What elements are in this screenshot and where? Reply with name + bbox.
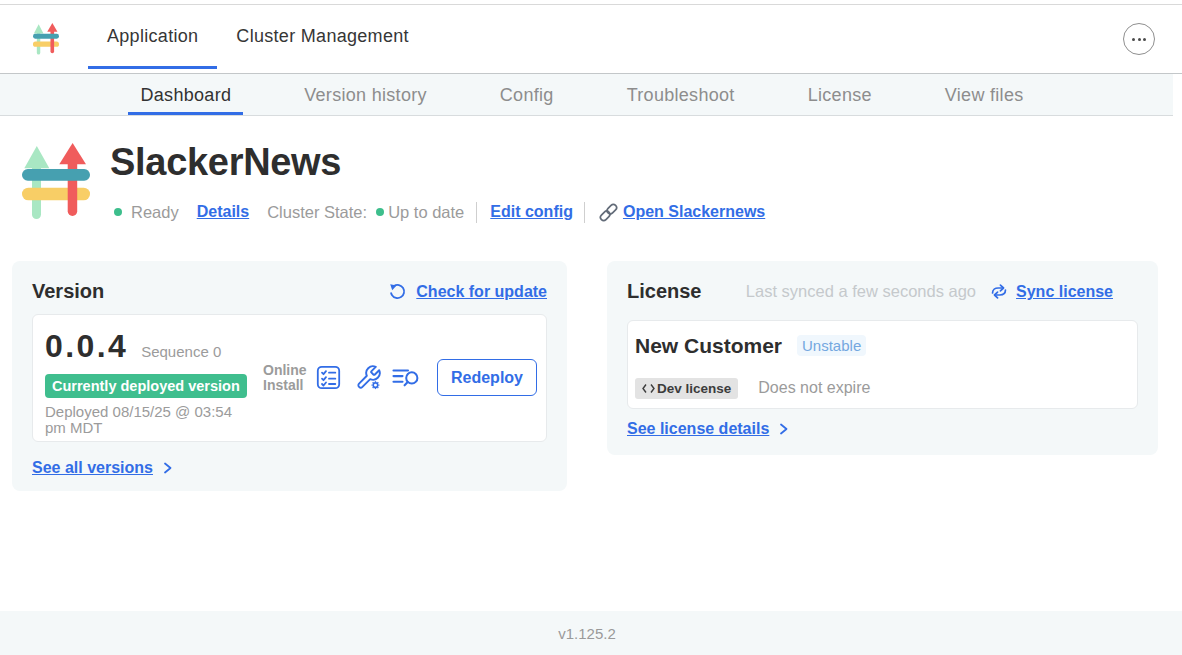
subnav-tab-version-history[interactable]: Version history xyxy=(292,74,439,115)
license-type-label: Dev license xyxy=(657,381,731,396)
navbar-spacer xyxy=(428,5,1123,73)
config-wrench-icon[interactable] xyxy=(355,364,382,391)
deployed-timestamp: Deployed 08/15/25 @ 03:54 pm MDT xyxy=(45,404,245,437)
subnav-license-label: License xyxy=(808,85,872,106)
app-header: SlackerNews Ready Details Cluster State:… xyxy=(0,116,1182,223)
subnav-tab-dashboard[interactable]: Dashboard xyxy=(128,74,243,115)
app-status-dot xyxy=(114,208,122,216)
deploy-logs-icon[interactable] xyxy=(391,365,422,390)
top-navbar: Application Cluster Management xyxy=(0,5,1182,74)
overflow-menu-button[interactable] xyxy=(1123,23,1155,55)
install-type-label: Online Install xyxy=(263,363,303,394)
redeploy-button[interactable]: Redeploy xyxy=(437,359,537,396)
channel-badge: Unstable xyxy=(797,335,866,356)
version-card-title: Version xyxy=(32,280,104,303)
license-panel: New Customer Unstable Dev license Does n… xyxy=(627,320,1138,409)
license-expiry: Does not expire xyxy=(758,379,870,397)
ellipsis-icon xyxy=(1132,38,1135,41)
subnav-tab-config[interactable]: Config xyxy=(488,74,566,115)
slackernews-logo-icon xyxy=(33,23,59,55)
subnav-tab-view-files[interactable]: View files xyxy=(933,74,1036,115)
subnav-version-history-label: Version history xyxy=(304,85,427,106)
app-logo[interactable] xyxy=(33,5,59,73)
subnav-dashboard-label: Dashboard xyxy=(140,85,231,106)
status-divider xyxy=(476,202,477,223)
app-subnav: Dashboard Version history Config Trouble… xyxy=(0,74,1173,116)
check-for-update-link[interactable]: Check for update xyxy=(416,283,547,301)
license-card-title: License xyxy=(627,280,701,303)
tab-cluster-management[interactable]: Cluster Management xyxy=(217,5,427,73)
version-number: 0.0.4 xyxy=(45,328,128,365)
see-license-details-link[interactable]: See license details xyxy=(627,420,769,438)
dashboard-cards: Version Check for update 0.0.4 Sequence … xyxy=(12,261,1158,491)
code-icon xyxy=(642,383,655,394)
page-title: SlackerNews xyxy=(110,143,765,183)
status-details-link[interactable]: Details xyxy=(197,203,249,221)
tab-cluster-management-label: Cluster Management xyxy=(236,26,408,47)
version-sequence: Sequence 0 xyxy=(141,343,221,360)
footer: v1.125.2 xyxy=(0,611,1182,655)
license-card: License Last synced a few seconds ago Sy… xyxy=(607,261,1158,455)
tab-application-label: Application xyxy=(107,26,198,47)
sync-icon xyxy=(990,283,1008,300)
sync-license-link[interactable]: Sync license xyxy=(1016,283,1113,301)
cluster-state-dot xyxy=(376,208,384,216)
chevron-right-icon xyxy=(161,461,174,475)
subnav-config-label: Config xyxy=(500,85,554,106)
preflight-checks-icon[interactable] xyxy=(315,364,342,391)
last-synced-label: Last synced a few seconds ago xyxy=(746,282,976,301)
chevron-right-icon xyxy=(777,422,790,436)
license-type-badge: Dev license xyxy=(635,378,738,399)
open-app-link[interactable]: Open Slackernews xyxy=(623,203,765,221)
app-icon xyxy=(22,143,90,219)
main-content: SlackerNews Ready Details Cluster State:… xyxy=(0,116,1182,491)
version-card: Version Check for update 0.0.4 Sequence … xyxy=(12,261,567,491)
app-status-row: Ready Details Cluster State: Up to date … xyxy=(110,202,765,223)
tab-application[interactable]: Application xyxy=(88,5,217,73)
status-divider-2 xyxy=(584,202,585,223)
subnav-tab-troubleshoot[interactable]: Troubleshoot xyxy=(615,74,747,115)
edit-config-link[interactable]: Edit config xyxy=(490,203,573,221)
customer-name: New Customer xyxy=(635,334,782,358)
app-status-label: Ready xyxy=(131,203,179,222)
top-nav-tabs: Application Cluster Management xyxy=(88,5,428,73)
cluster-state-label: Cluster State: xyxy=(267,203,367,222)
subnav-tab-license[interactable]: License xyxy=(796,74,884,115)
current-version-panel: 0.0.4 Sequence 0 Currently deployed vers… xyxy=(32,314,547,442)
deployed-badge: Currently deployed version xyxy=(45,374,247,398)
subnav-troubleshoot-label: Troubleshoot xyxy=(627,85,735,106)
console-version: v1.125.2 xyxy=(558,625,616,642)
see-all-versions-link[interactable]: See all versions xyxy=(32,459,153,477)
link-icon xyxy=(597,203,620,222)
cluster-state-value: Up to date xyxy=(388,203,464,222)
subnav-view-files-label: View files xyxy=(945,85,1024,106)
refresh-icon xyxy=(388,282,407,301)
